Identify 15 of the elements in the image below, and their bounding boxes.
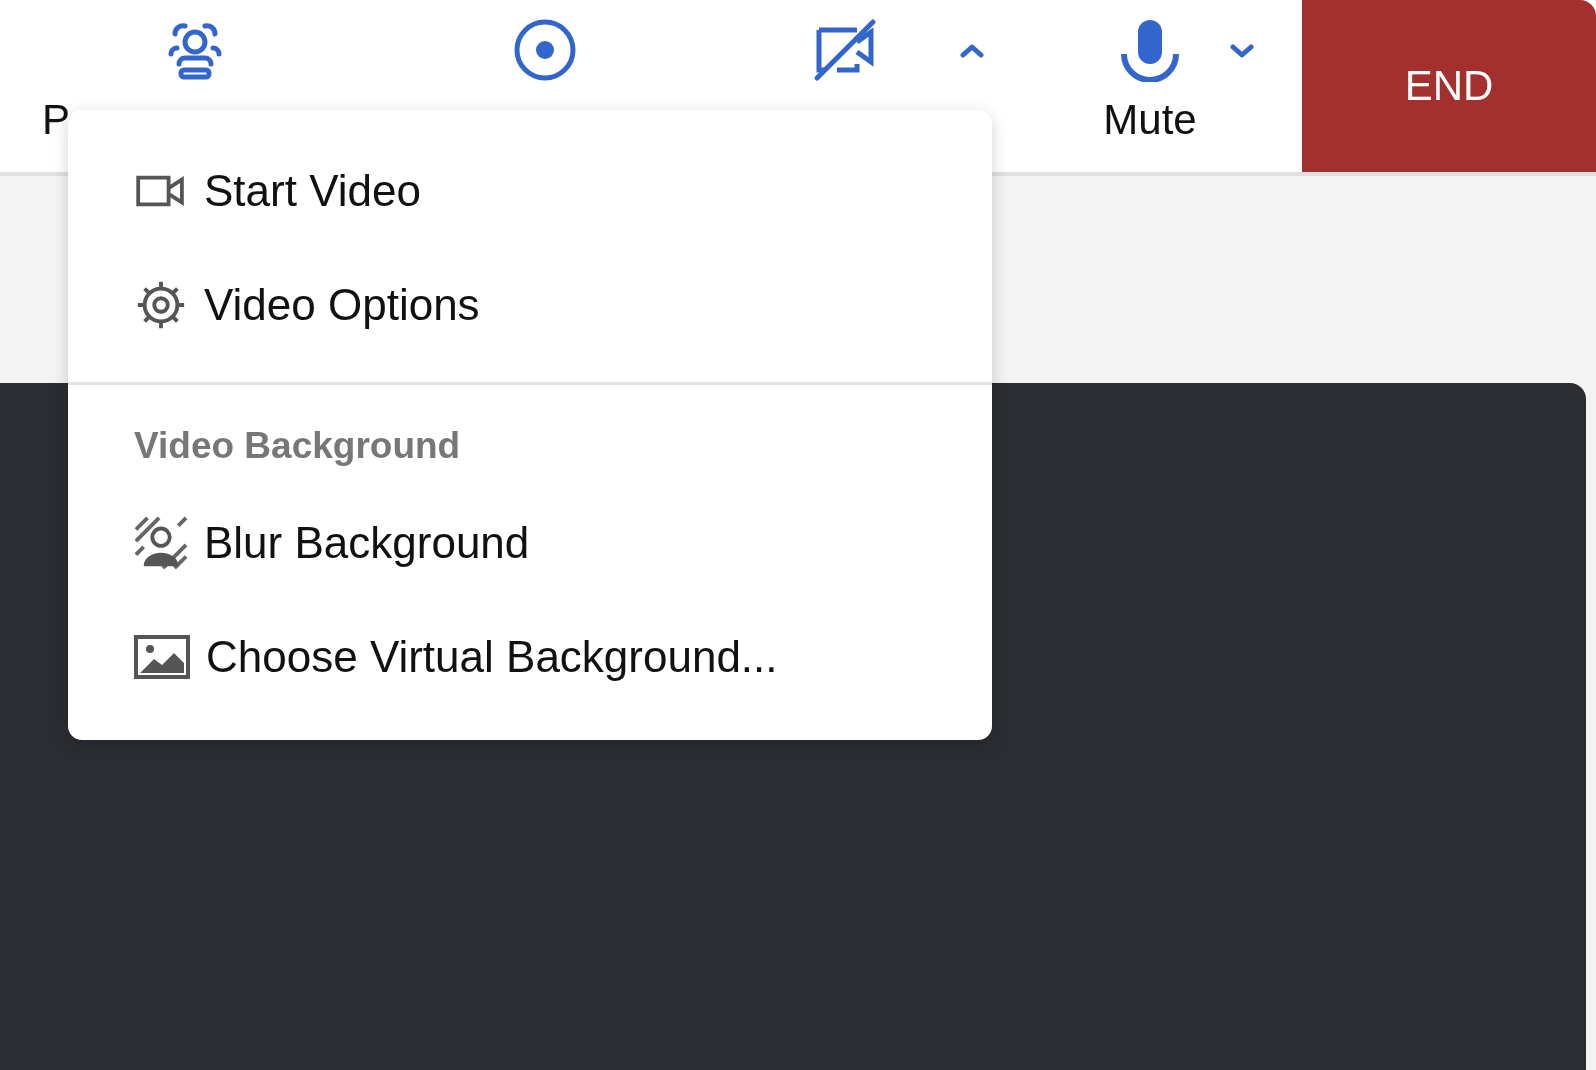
menu-item[interactable]: Blur Background <box>68 486 992 600</box>
section-header: Video Background <box>133 424 462 468</box>
end-button[interactable]: END <box>1302 0 1596 172</box>
toolbar-label[interactable]: Mute <box>1103 96 1197 144</box>
menu-item[interactable]: Video Options <box>68 248 992 362</box>
video-off-icon[interactable] <box>813 18 877 82</box>
toolbar-label[interactable]: P <box>42 96 70 144</box>
blur-person-icon <box>134 516 188 570</box>
caret-icon[interactable] <box>1230 44 1254 58</box>
menu-item[interactable]: Choose Virtual Background... <box>68 600 992 714</box>
image-icon <box>134 635 190 679</box>
menu-item[interactable]: Start Video <box>68 134 992 248</box>
microphone-icon[interactable] <box>1118 18 1182 82</box>
caret-icon[interactable] <box>960 44 984 58</box>
record-icon[interactable] <box>513 18 577 82</box>
